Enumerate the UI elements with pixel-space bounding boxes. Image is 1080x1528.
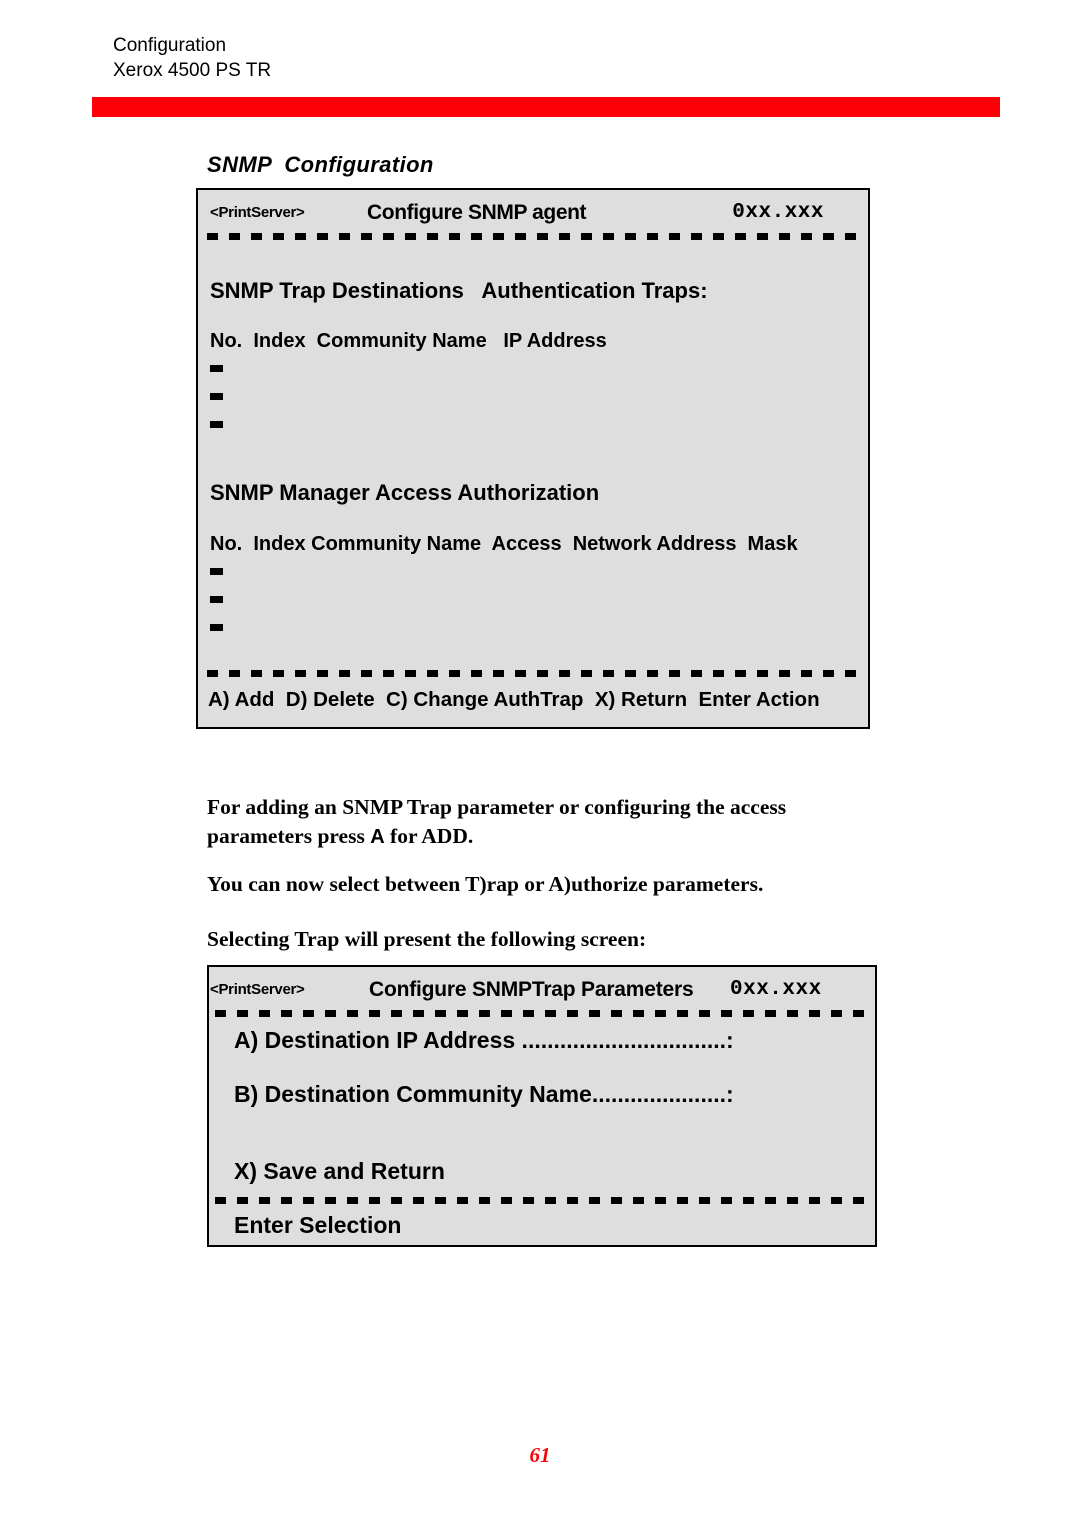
action-key-legend[interactable]: A) Add D) Delete C) Change AuthTrap X) R… — [208, 688, 820, 712]
firmware-version: 0xx.xxx — [730, 978, 822, 1001]
manager-table-row — [210, 624, 223, 631]
manager-table-row — [210, 596, 223, 603]
printserver-tag: <PrintServer> — [210, 981, 305, 998]
snmp-agent-terminal-panel: <PrintServer> Configure SNMP agent 0xx.x… — [196, 188, 870, 729]
printserver-tag: <PrintServer> — [210, 204, 305, 221]
panel-footer-divider — [215, 1197, 870, 1204]
snmp-trap-destinations-heading: SNMP Trap Destinations Authentication Tr… — [210, 278, 708, 303]
snmp-manager-access-heading: SNMP Manager Access Authorization — [210, 480, 600, 505]
option-destination-ip-address[interactable]: A) Destination IP Address ..............… — [234, 1027, 734, 1054]
firmware-version: 0xx.xxx — [732, 201, 824, 224]
document-running-header: Configuration Xerox 4500 PS TR — [113, 33, 271, 83]
option-destination-community-name[interactable]: B) Destination Community Name...........… — [234, 1081, 734, 1108]
trap-table-row — [210, 421, 223, 428]
option-save-and-return[interactable]: X) Save and Return — [234, 1158, 445, 1185]
header-red-rule — [92, 97, 1000, 117]
panel-header-divider — [207, 233, 862, 240]
panel-header-divider — [215, 1010, 870, 1017]
paragraph-select-trap-or-authorize: You can now select between T)rap or A)ut… — [207, 872, 764, 896]
header-line-configuration: Configuration — [113, 35, 227, 56]
trap-table-column-headers: No. Index Community Name IP Address — [210, 330, 607, 352]
panel-title-configure-snmp-agent: Configure SNMP agent — [367, 201, 587, 224]
page-title: SNMP Configuration — [207, 152, 434, 177]
manager-table-row — [210, 568, 223, 575]
key-a-label: A — [370, 826, 385, 848]
snmp-trap-parameters-terminal-panel: <PrintServer> Configure SNMPTrap Paramet… — [207, 965, 877, 1247]
trap-table-row — [210, 393, 223, 400]
enter-selection-prompt: Enter Selection — [234, 1212, 402, 1238]
paragraph-add-instructions: For adding an SNMP Trap parameter or con… — [207, 793, 857, 852]
header-line-model: Xerox 4500 PS TR — [113, 60, 272, 81]
paragraph-add-instructions-text-b: for ADD. — [384, 824, 474, 848]
paragraph-selecting-trap: Selecting Trap will present the followin… — [207, 927, 647, 951]
panel-footer-divider — [207, 670, 862, 677]
trap-table-row — [210, 365, 223, 372]
panel-title-configure-snmp-trap-parameters: Configure SNMPTrap Parameters — [369, 978, 694, 1001]
paragraph-add-instructions-text-a: For adding an SNMP Trap parameter or con… — [207, 795, 787, 848]
page-number: 61 — [529, 1443, 551, 1467]
manager-table-column-headers: No. Index Community Name Access Network … — [210, 533, 798, 555]
